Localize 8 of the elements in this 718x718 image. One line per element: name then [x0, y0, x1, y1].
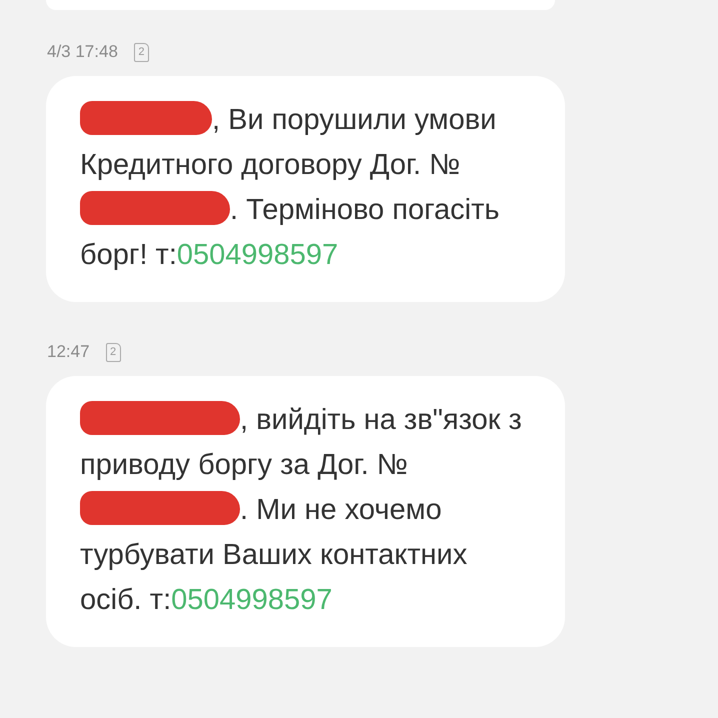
message-text: , Ви порушили умови Кредитного договору Дог. № . Терміново погасіть борг! т:0504998597	[80, 98, 529, 278]
message-text: , вийдіть на зв"язок з приводу боргу за Дог. № . Ми не хочемо турбувати Ваших контактних осіб. т:0504998597	[80, 398, 529, 623]
message-time: 12:47	[47, 342, 90, 362]
phone-link[interactable]: 0504998597	[171, 584, 332, 616]
message-time: 4/3 17:48	[47, 42, 118, 62]
sim-badge: 2	[134, 42, 149, 62]
sim-badge: 2	[106, 342, 121, 362]
phone-link[interactable]: 0504998597	[176, 239, 338, 271]
